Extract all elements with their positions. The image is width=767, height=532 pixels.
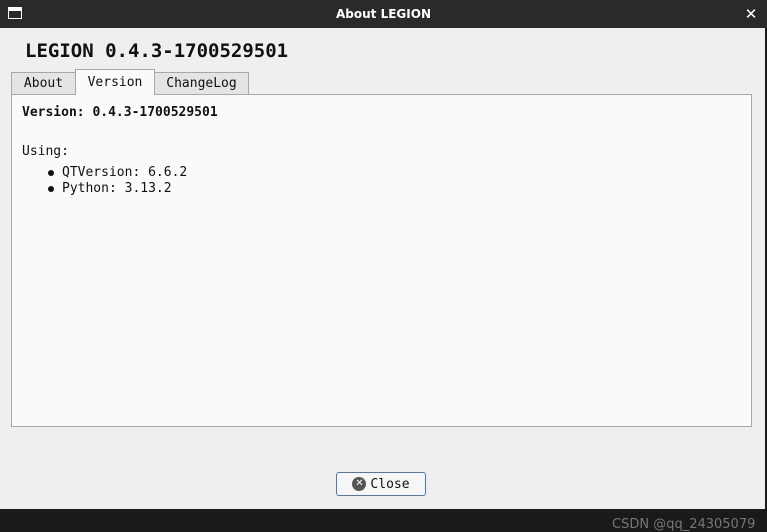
watermark: CSDN @qq_24305079 (612, 517, 756, 532)
app-version-heading: LEGION 0.4.3-1700529501 (25, 40, 289, 62)
bullet-icon (48, 186, 54, 192)
tab-changelog[interactable]: ChangeLog (154, 72, 249, 94)
cancel-circle-icon: ✕ (352, 477, 367, 491)
list-item: QTVersion: 6.6.2 (46, 165, 187, 181)
version-panel: Version: 0.4.3-1700529501 Using: QTVersi… (11, 94, 752, 427)
dialog-body: LEGION 0.4.3-1700529501 About Version Ch… (0, 28, 765, 532)
dependency-list: QTVersion: 6.6.2 Python: 3.13.2 (46, 165, 187, 197)
tab-about[interactable]: About (11, 72, 76, 94)
version-line: Version: 0.4.3-1700529501 (22, 105, 218, 120)
using-label: Using: (22, 144, 69, 159)
close-button-label: Close (370, 476, 410, 492)
close-button[interactable]: ✕ Close (336, 472, 426, 496)
window-title: About LEGION (336, 7, 431, 21)
dependency-python: Python: 3.13.2 (62, 181, 172, 196)
bullet-icon (48, 170, 54, 176)
window-close-icon[interactable]: ✕ (742, 5, 760, 23)
list-item: Python: 3.13.2 (46, 181, 187, 197)
dependency-qt: QTVersion: 6.6.2 (62, 165, 188, 180)
tab-version[interactable]: Version (75, 69, 155, 95)
window-titlebar[interactable]: About LEGION ✕ (0, 0, 767, 28)
